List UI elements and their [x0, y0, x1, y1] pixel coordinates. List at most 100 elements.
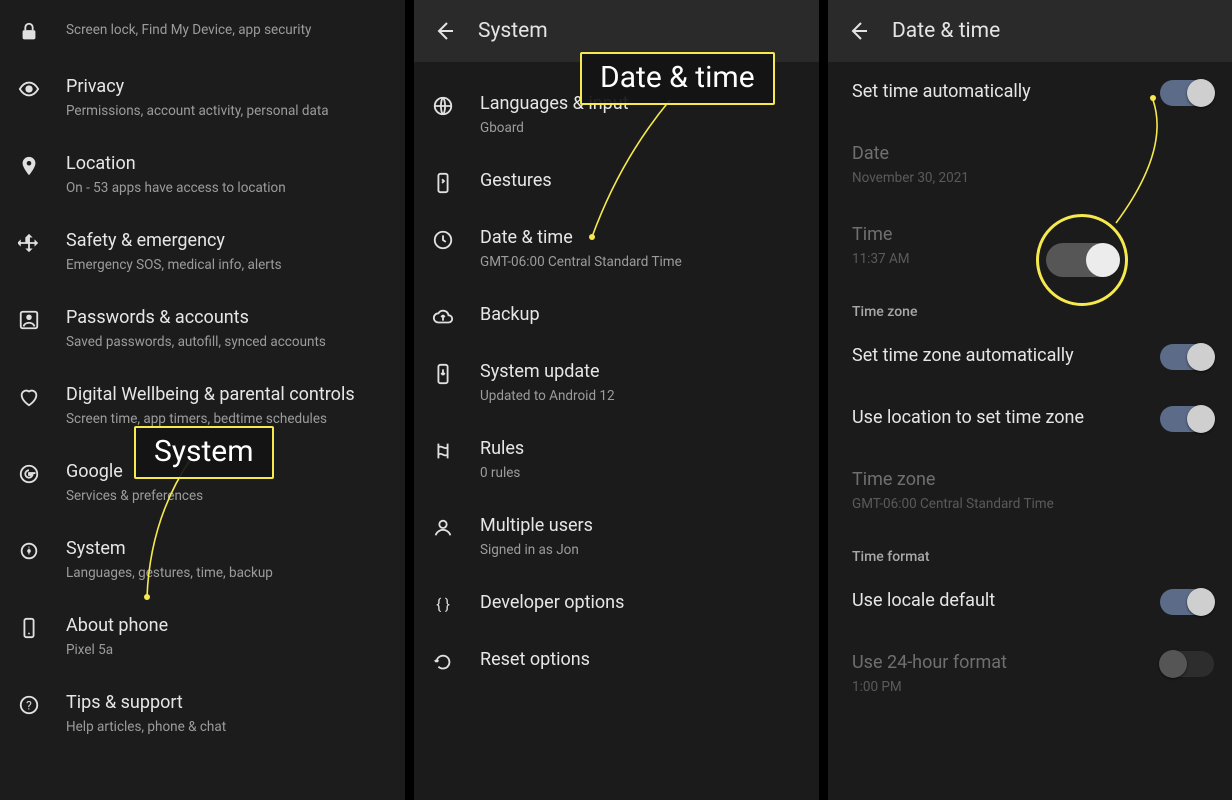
location-icon	[18, 152, 66, 177]
system-item-system-update[interactable]: System update Updated to Android 12	[414, 344, 819, 421]
setting-subtitle: 11:37 AM	[852, 250, 1214, 268]
item-subtitle: Screen lock, Find My Device, app securit…	[66, 21, 387, 39]
setting-title: Time zone	[852, 468, 1214, 492]
toggle-switch[interactable]	[1160, 80, 1214, 106]
setting-title: Use 24-hour format	[852, 651, 1154, 675]
system-item-languages-input[interactable]: Languages & input Gboard	[414, 76, 819, 153]
globe-icon	[432, 92, 480, 117]
datetime-title: Date & time	[892, 19, 1000, 43]
settings-item-about-phone[interactable]: About phonePixel 5a	[0, 598, 405, 675]
item-subtitle: Emergency SOS, medical info, alerts	[66, 256, 387, 274]
toggle-switch[interactable]	[1160, 589, 1214, 615]
date-time-panel: Date & time Set time automatically Date No…	[828, 0, 1232, 800]
item-title: Date & time	[480, 226, 801, 250]
settings-item-passwords-accounts[interactable]: Passwords & accountsSaved passwords, aut…	[0, 290, 405, 367]
system-title: System	[478, 19, 548, 43]
item-title: Location	[66, 152, 387, 176]
toggle-switch[interactable]	[1160, 406, 1214, 432]
system-item-backup[interactable]: Backup	[414, 287, 819, 344]
about-icon	[18, 614, 66, 639]
settings-item-privacy[interactable]: PrivacyPermissions, account activity, pe…	[0, 59, 405, 136]
update-icon	[432, 360, 480, 385]
settings-item-tips-support[interactable]: ? Tips & support Help articles, phone & ch…	[0, 675, 405, 752]
item-title: Gestures	[480, 169, 801, 193]
item-subtitle: Screen time, app timers, bedtime schedul…	[66, 410, 387, 428]
item-title: Backup	[480, 303, 801, 327]
item-subtitle: Pixel 5a	[66, 641, 387, 659]
svg-text:{ }: { }	[436, 596, 450, 614]
section-time-zone: Time zone	[828, 286, 1232, 326]
system-item-reset-options[interactable]: Reset options	[414, 632, 819, 689]
toggle-switch[interactable]	[1160, 651, 1214, 677]
item-subtitle: Gboard	[480, 119, 801, 137]
setting-set-time-zone-automatically[interactable]: Set time zone automatically	[828, 326, 1232, 388]
setting-use-locale-default[interactable]: Use locale default	[828, 571, 1232, 633]
setting-title: Set time automatically	[852, 80, 1154, 104]
datetime-topbar: Date & time	[828, 0, 1232, 62]
privacy-icon	[18, 75, 66, 100]
item-subtitle: Saved passwords, autofill, synced accoun…	[66, 333, 387, 351]
setting-subtitle: November 30, 2021	[852, 169, 1214, 187]
backup-icon	[432, 303, 480, 328]
setting-date: Date November 30, 2021	[828, 124, 1232, 205]
item-subtitle: GMT-06:00 Central Standard Time	[480, 253, 801, 271]
setting-set-time-automatically[interactable]: Set time automatically	[828, 62, 1232, 124]
setting-use-hour-format[interactable]: Use 24-hour format 1:00 PM	[828, 633, 1232, 714]
reset-icon	[432, 648, 480, 673]
back-button[interactable]	[846, 19, 870, 43]
item-subtitle: Signed in as Jon	[480, 541, 801, 559]
svg-text:?: ?	[26, 699, 32, 713]
settings-item-google[interactable]: GoogleServices & preferences	[0, 444, 405, 521]
tips-icon: ?	[18, 691, 66, 716]
lock-icon	[18, 18, 66, 43]
wellbeing-icon	[18, 383, 66, 408]
system-topbar: System	[414, 0, 819, 62]
settings-item-digital-wellbeing-parental-controls[interactable]: Digital Wellbeing & parental controls Scr…	[0, 367, 405, 444]
item-subtitle: Permissions, account activity, personal …	[66, 102, 387, 120]
system-item-multiple-users[interactable]: Multiple users Signed in as Jon	[414, 498, 819, 575]
item-subtitle: On - 53 apps have access to location	[66, 179, 387, 197]
system-item-date-time[interactable]: Date & time GMT-06:00 Central Standard Ti…	[414, 210, 819, 287]
item-title: Developer options	[480, 591, 801, 615]
item-subtitle: Help articles, phone & chat	[66, 718, 387, 736]
item-subtitle: Updated to Android 12	[480, 387, 801, 405]
google-icon	[18, 460, 66, 485]
setting-subtitle: 1:00 PM	[852, 678, 1154, 696]
item-subtitle: Services & preferences	[66, 487, 387, 505]
system-item-gestures[interactable]: Gestures	[414, 153, 819, 210]
item-title: Multiple users	[480, 514, 801, 538]
system-item-rules[interactable]: Rules 0 rules	[414, 421, 819, 498]
system-icon: i	[18, 537, 66, 562]
setting-title: Use location to set time zone	[852, 406, 1154, 430]
item-title: Languages & input	[480, 92, 801, 116]
item-subtitle: 0 rules	[480, 464, 801, 482]
system-panel: System Languages & input Gboard Gestures Da…	[414, 0, 819, 800]
settings-item-location[interactable]: Location On - 53 apps have access to loca…	[0, 136, 405, 213]
item-title: Digital Wellbeing & parental controls	[66, 383, 387, 407]
setting-time: Time11:37 AM	[828, 205, 1232, 286]
users-icon	[432, 514, 480, 539]
clock-icon	[432, 226, 480, 251]
settings-item-system[interactable]: iSystemLanguages, gestures, time, backup	[0, 521, 405, 598]
item-subtitle: Languages, gestures, time, backup	[66, 564, 387, 582]
setting-subtitle: GMT-06:00 Central Standard Time	[852, 495, 1214, 513]
setting-time-zone: Time zone GMT-06:00 Central Standard Time	[828, 450, 1232, 531]
settings-item-safety-emergency[interactable]: Safety & emergency Emergency SOS, medical…	[0, 213, 405, 290]
safety-icon	[18, 229, 66, 254]
setting-title: Use locale default	[852, 589, 1154, 613]
toggle-switch[interactable]	[1160, 344, 1214, 370]
gesture-icon	[432, 169, 480, 194]
passwords-icon	[18, 306, 66, 331]
item-title: Safety & emergency	[66, 229, 387, 253]
section-time-format: Time format	[828, 531, 1232, 571]
item-title: Tips & support	[66, 691, 387, 715]
dev-icon: { }	[432, 591, 480, 616]
settings-item-security[interactable]: Screen lock, Find My Device, app securit…	[0, 2, 405, 59]
setting-use-location-to-set-time-zone[interactable]: Use location to set time zone	[828, 388, 1232, 450]
back-button[interactable]	[432, 19, 456, 43]
highlighted-toggle[interactable]	[1046, 243, 1118, 277]
system-item-developer-options[interactable]: { } Developer options	[414, 575, 819, 632]
item-title: System update	[480, 360, 801, 384]
setting-title: Date	[852, 142, 1214, 166]
item-title: Rules	[480, 437, 801, 461]
